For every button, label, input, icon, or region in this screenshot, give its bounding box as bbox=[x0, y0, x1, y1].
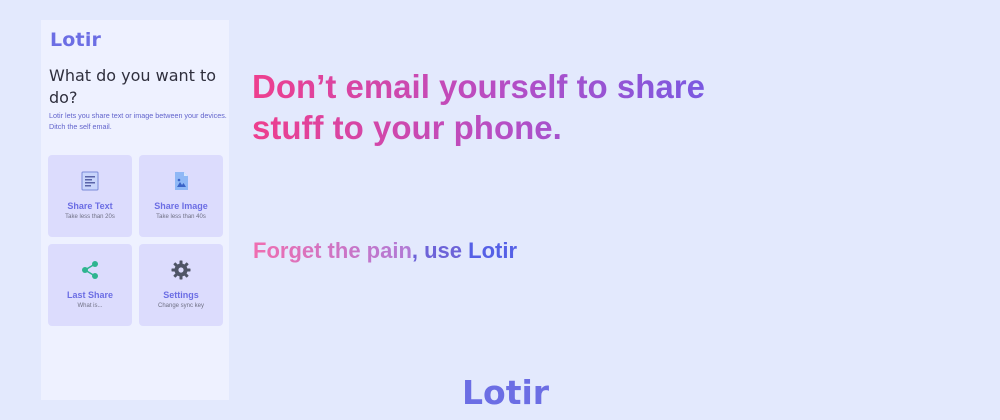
image-file-icon bbox=[175, 172, 188, 190]
card-title: Last Share bbox=[66, 290, 114, 300]
last-share-card[interactable]: Last Share What is... bbox=[48, 244, 132, 326]
card-subtitle: Take less than 20s bbox=[65, 214, 115, 220]
app-description: Lotir lets you share text or image betwe… bbox=[49, 111, 227, 131]
settings-card[interactable]: Settings Change sync key bbox=[139, 244, 223, 326]
card-title: Share Image bbox=[154, 201, 208, 211]
card-title: Share Text bbox=[67, 201, 113, 211]
tagline-mid: , use bbox=[411, 238, 469, 263]
card-subtitle: What is... bbox=[77, 303, 103, 309]
hero-headline: Don’t email yourself to share stuff to yo… bbox=[252, 66, 812, 148]
page-title: What do you want to do? bbox=[49, 66, 217, 107]
card-subtitle: Take less than 40s bbox=[156, 214, 206, 220]
share-icon bbox=[82, 261, 98, 279]
app-logo: Lotir bbox=[50, 29, 102, 51]
card-subtitle: Change sync key bbox=[157, 303, 205, 309]
tagline-pre: Forget the pain bbox=[253, 238, 412, 263]
document-text-icon bbox=[81, 171, 99, 191]
card-title: Settings bbox=[163, 290, 199, 300]
hero-headline-text: Don’t email yourself to share stuff to yo… bbox=[252, 68, 705, 146]
share-text-card[interactable]: Share Text Take less than 20s bbox=[48, 155, 132, 237]
gear-icon bbox=[171, 260, 191, 280]
footer-logo: Lotir bbox=[462, 373, 550, 412]
phone-mockup: Lotir What do you want to do? Lotir lets… bbox=[41, 20, 229, 400]
hero-tagline: Forget the pain, use Lotir bbox=[253, 238, 517, 264]
tagline-brand: Lotir bbox=[468, 238, 518, 263]
share-image-card[interactable]: Share Image Take less than 40s bbox=[139, 155, 223, 237]
